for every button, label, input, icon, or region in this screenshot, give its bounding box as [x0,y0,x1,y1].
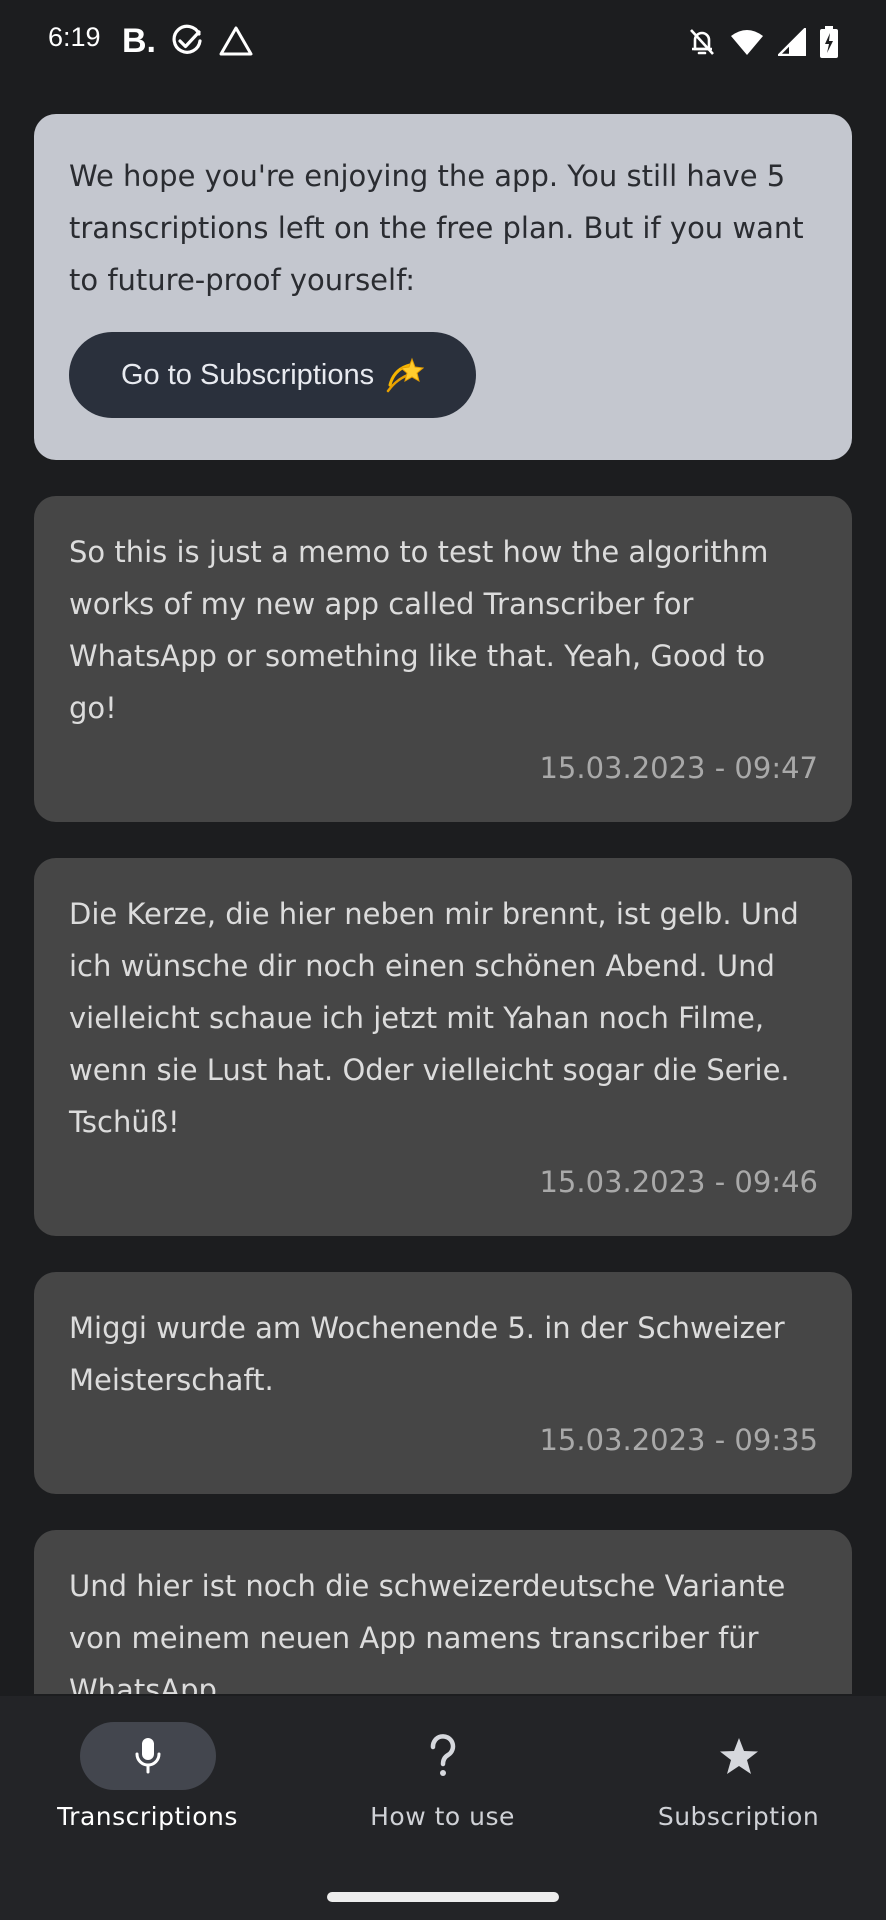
memo-timestamp: 15.03.2023 - 09:46 [539,1165,818,1199]
nav-item-subscription[interactable]: Subscription [591,1722,886,1882]
transcriptions-list[interactable]: We hope you're enjoying the app. You sti… [34,114,852,1694]
microphone-icon [79,1722,216,1790]
memo-timestamp: 15.03.2023 - 09:35 [539,1423,818,1457]
nav-label-subscription: Subscription [657,1802,820,1831]
wifi-icon [730,28,764,56]
free-plan-promo-card: We hope you're enjoying the app. You sti… [34,114,852,460]
subscriptions-button-label: Go to Subscriptions [121,358,375,391]
memo-card[interactable]: So this is just a memo to test how the a… [34,496,852,822]
status-bar: 6:19 B. [0,0,886,84]
memo-card[interactable]: Die Kerze, die hier neben mir brennt, is… [34,858,852,1236]
bottom-navigation-bar: Transcriptions How to use Subscription [0,1696,886,1920]
promo-text: We hope you're enjoying the app. You sti… [69,159,804,297]
memo-text: Und hier ist noch die schweizerdeutsche … [69,1569,786,1694]
star-icon [671,1722,807,1790]
nav-label-how-to-use: How to use [370,1802,515,1831]
check-circle-icon [170,24,204,58]
battery-charging-icon [820,26,838,58]
memo-timestamp: 15.03.2023 - 09:47 [539,751,818,785]
nav-item-how-to-use[interactable]: How to use [295,1722,590,1882]
memo-card[interactable]: Und hier ist noch die schweizerdeutsche … [34,1530,852,1694]
warning-triangle-icon [218,25,254,57]
memo-text: Miggi wurde am Wochenende 5. in der Schw… [69,1311,785,1397]
question-mark-icon [375,1722,511,1790]
status-time: 6:19 [48,22,101,52]
home-indicator[interactable] [327,1892,559,1902]
signal-icon [778,28,806,56]
dizzy-star-icon [384,355,425,395]
status-notification-icons: B. [122,22,254,60]
memo-text: So this is just a memo to test how the a… [69,535,769,725]
status-system-icons [688,24,838,60]
nav-label-transcriptions: Transcriptions [57,1802,238,1831]
memo-card[interactable]: Miggi wurde am Wochenende 5. in der Schw… [34,1272,852,1494]
nav-item-transcriptions[interactable]: Transcriptions [0,1722,295,1882]
bell-off-icon [688,27,716,57]
memo-text: Die Kerze, die hier neben mir brennt, is… [69,897,799,1139]
b-app-icon: B. [122,22,156,60]
go-to-subscriptions-button[interactable]: Go to Subscriptions [69,332,477,418]
